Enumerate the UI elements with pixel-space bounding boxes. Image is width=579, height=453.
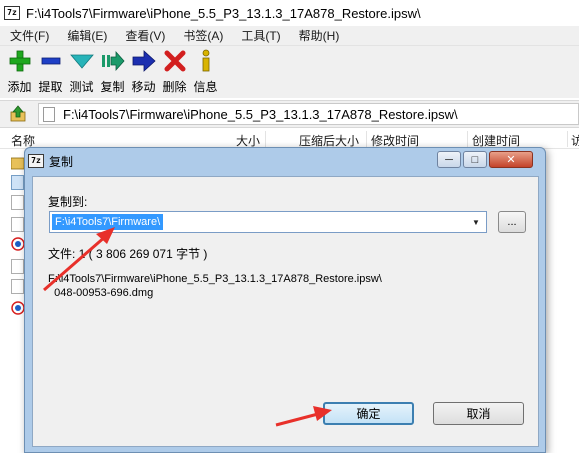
- menu-file[interactable]: 文件(F): [0, 27, 57, 44]
- info-button[interactable]: 信息: [190, 46, 221, 96]
- source-path: F:\i4Tools7\Firmware\iPhone_5.5_P3_13.1.…: [48, 273, 382, 299]
- file-icon: [11, 259, 24, 274]
- menu-edit[interactable]: 编辑(E): [57, 27, 115, 44]
- column-accessed[interactable]: 访: [571, 132, 579, 149]
- test-button[interactable]: 测试: [66, 46, 97, 96]
- minus-icon: [38, 50, 64, 72]
- column-separator[interactable]: [567, 131, 568, 147]
- copy-dialog: 7z 复制 ─ □ ✕ 复制到: F:\i4Tools7\Firmware\ ▼…: [24, 147, 546, 453]
- add-label: 添加: [7, 80, 32, 94]
- column-separator[interactable]: [467, 131, 468, 147]
- column-separator[interactable]: [265, 131, 266, 147]
- maximize-button[interactable]: □: [463, 151, 487, 168]
- menu-view[interactable]: 查看(V): [115, 27, 173, 44]
- archive-page-icon: [43, 106, 55, 122]
- menu-bar: 文件(F) 编辑(E) 查看(V) 书签(A) 工具(T) 帮助(H): [0, 26, 579, 46]
- ok-button[interactable]: 确定: [323, 402, 414, 425]
- move-button[interactable]: 移动: [128, 46, 159, 96]
- column-headers: 名称 大小 压缩后大小 修改时间 创建时间 访: [0, 129, 579, 149]
- close-button[interactable]: ✕: [489, 151, 533, 168]
- file-icon: [11, 175, 24, 190]
- file-icon: [11, 195, 24, 210]
- dialog-title: 复制: [49, 154, 74, 169]
- file-icon: [11, 217, 24, 232]
- test-label: 测试: [69, 80, 94, 94]
- column-separator[interactable]: [366, 131, 367, 147]
- path-text: F:\i4Tools7\Firmware\iPhone_5.5_P3_13.1.…: [63, 106, 458, 122]
- 7zip-app-icon: 7z: [4, 6, 20, 20]
- minimize-button[interactable]: ─: [437, 151, 461, 168]
- copy-button[interactable]: 复制: [97, 46, 128, 96]
- delete-button[interactable]: 删除: [159, 46, 190, 96]
- file-icon: [11, 279, 24, 294]
- menu-help[interactable]: 帮助(H): [289, 27, 348, 44]
- extract-label: 提取: [38, 80, 63, 94]
- copy-label: 复制: [100, 80, 125, 94]
- folder-icon: [10, 155, 25, 170]
- move-arrow-icon: [131, 50, 157, 72]
- copy-to-label: 复制到:: [48, 195, 88, 209]
- destination-value[interactable]: F:\i4Tools7\Firmware\: [52, 214, 164, 230]
- copy-arrow-icon: [100, 50, 126, 72]
- menu-bookmarks[interactable]: 书签(A): [173, 27, 231, 44]
- files-info: 文件: 1 ( 3 806 269 071 字节 ): [48, 247, 208, 261]
- toolbar: 添加 提取 测试 复制 移动 删除 信息: [0, 46, 579, 98]
- delete-x-icon: [162, 50, 188, 72]
- info-label: 信息: [193, 80, 218, 94]
- check-icon: [69, 50, 95, 72]
- 7zip-dialog-icon: 7z: [28, 154, 44, 168]
- dropdown-arrow-icon[interactable]: ▼: [468, 214, 484, 230]
- dialog-body: 复制到: F:\i4Tools7\Firmware\ ▼ ... 文件: 1 (…: [32, 176, 539, 447]
- cancel-button[interactable]: 取消: [433, 402, 524, 425]
- plus-icon: [7, 50, 33, 72]
- destination-combobox[interactable]: F:\i4Tools7\Firmware\ ▼: [49, 211, 487, 233]
- window-titlebar: 7z F:\i4Tools7\Firmware\iPhone_5.5_P3_13…: [0, 0, 579, 26]
- move-label: 移动: [131, 80, 156, 94]
- delete-label: 删除: [162, 80, 187, 94]
- extract-button[interactable]: 提取: [35, 46, 66, 96]
- info-icon: [193, 49, 219, 72]
- menu-tools[interactable]: 工具(T): [231, 27, 288, 44]
- add-button[interactable]: 添加: [4, 46, 35, 96]
- folder-up-button[interactable]: [6, 102, 30, 126]
- i4-file-icon: [11, 237, 25, 252]
- i4-file-icon: [11, 301, 25, 316]
- path-input[interactable]: F:\i4Tools7\Firmware\iPhone_5.5_P3_13.1.…: [38, 103, 579, 125]
- window-title: F:\i4Tools7\Firmware\iPhone_5.5_P3_13.1.…: [26, 5, 421, 21]
- address-bar: F:\i4Tools7\Firmware\iPhone_5.5_P3_13.1.…: [0, 100, 579, 128]
- browse-button[interactable]: ...: [498, 211, 526, 233]
- folder-up-icon: [10, 105, 26, 122]
